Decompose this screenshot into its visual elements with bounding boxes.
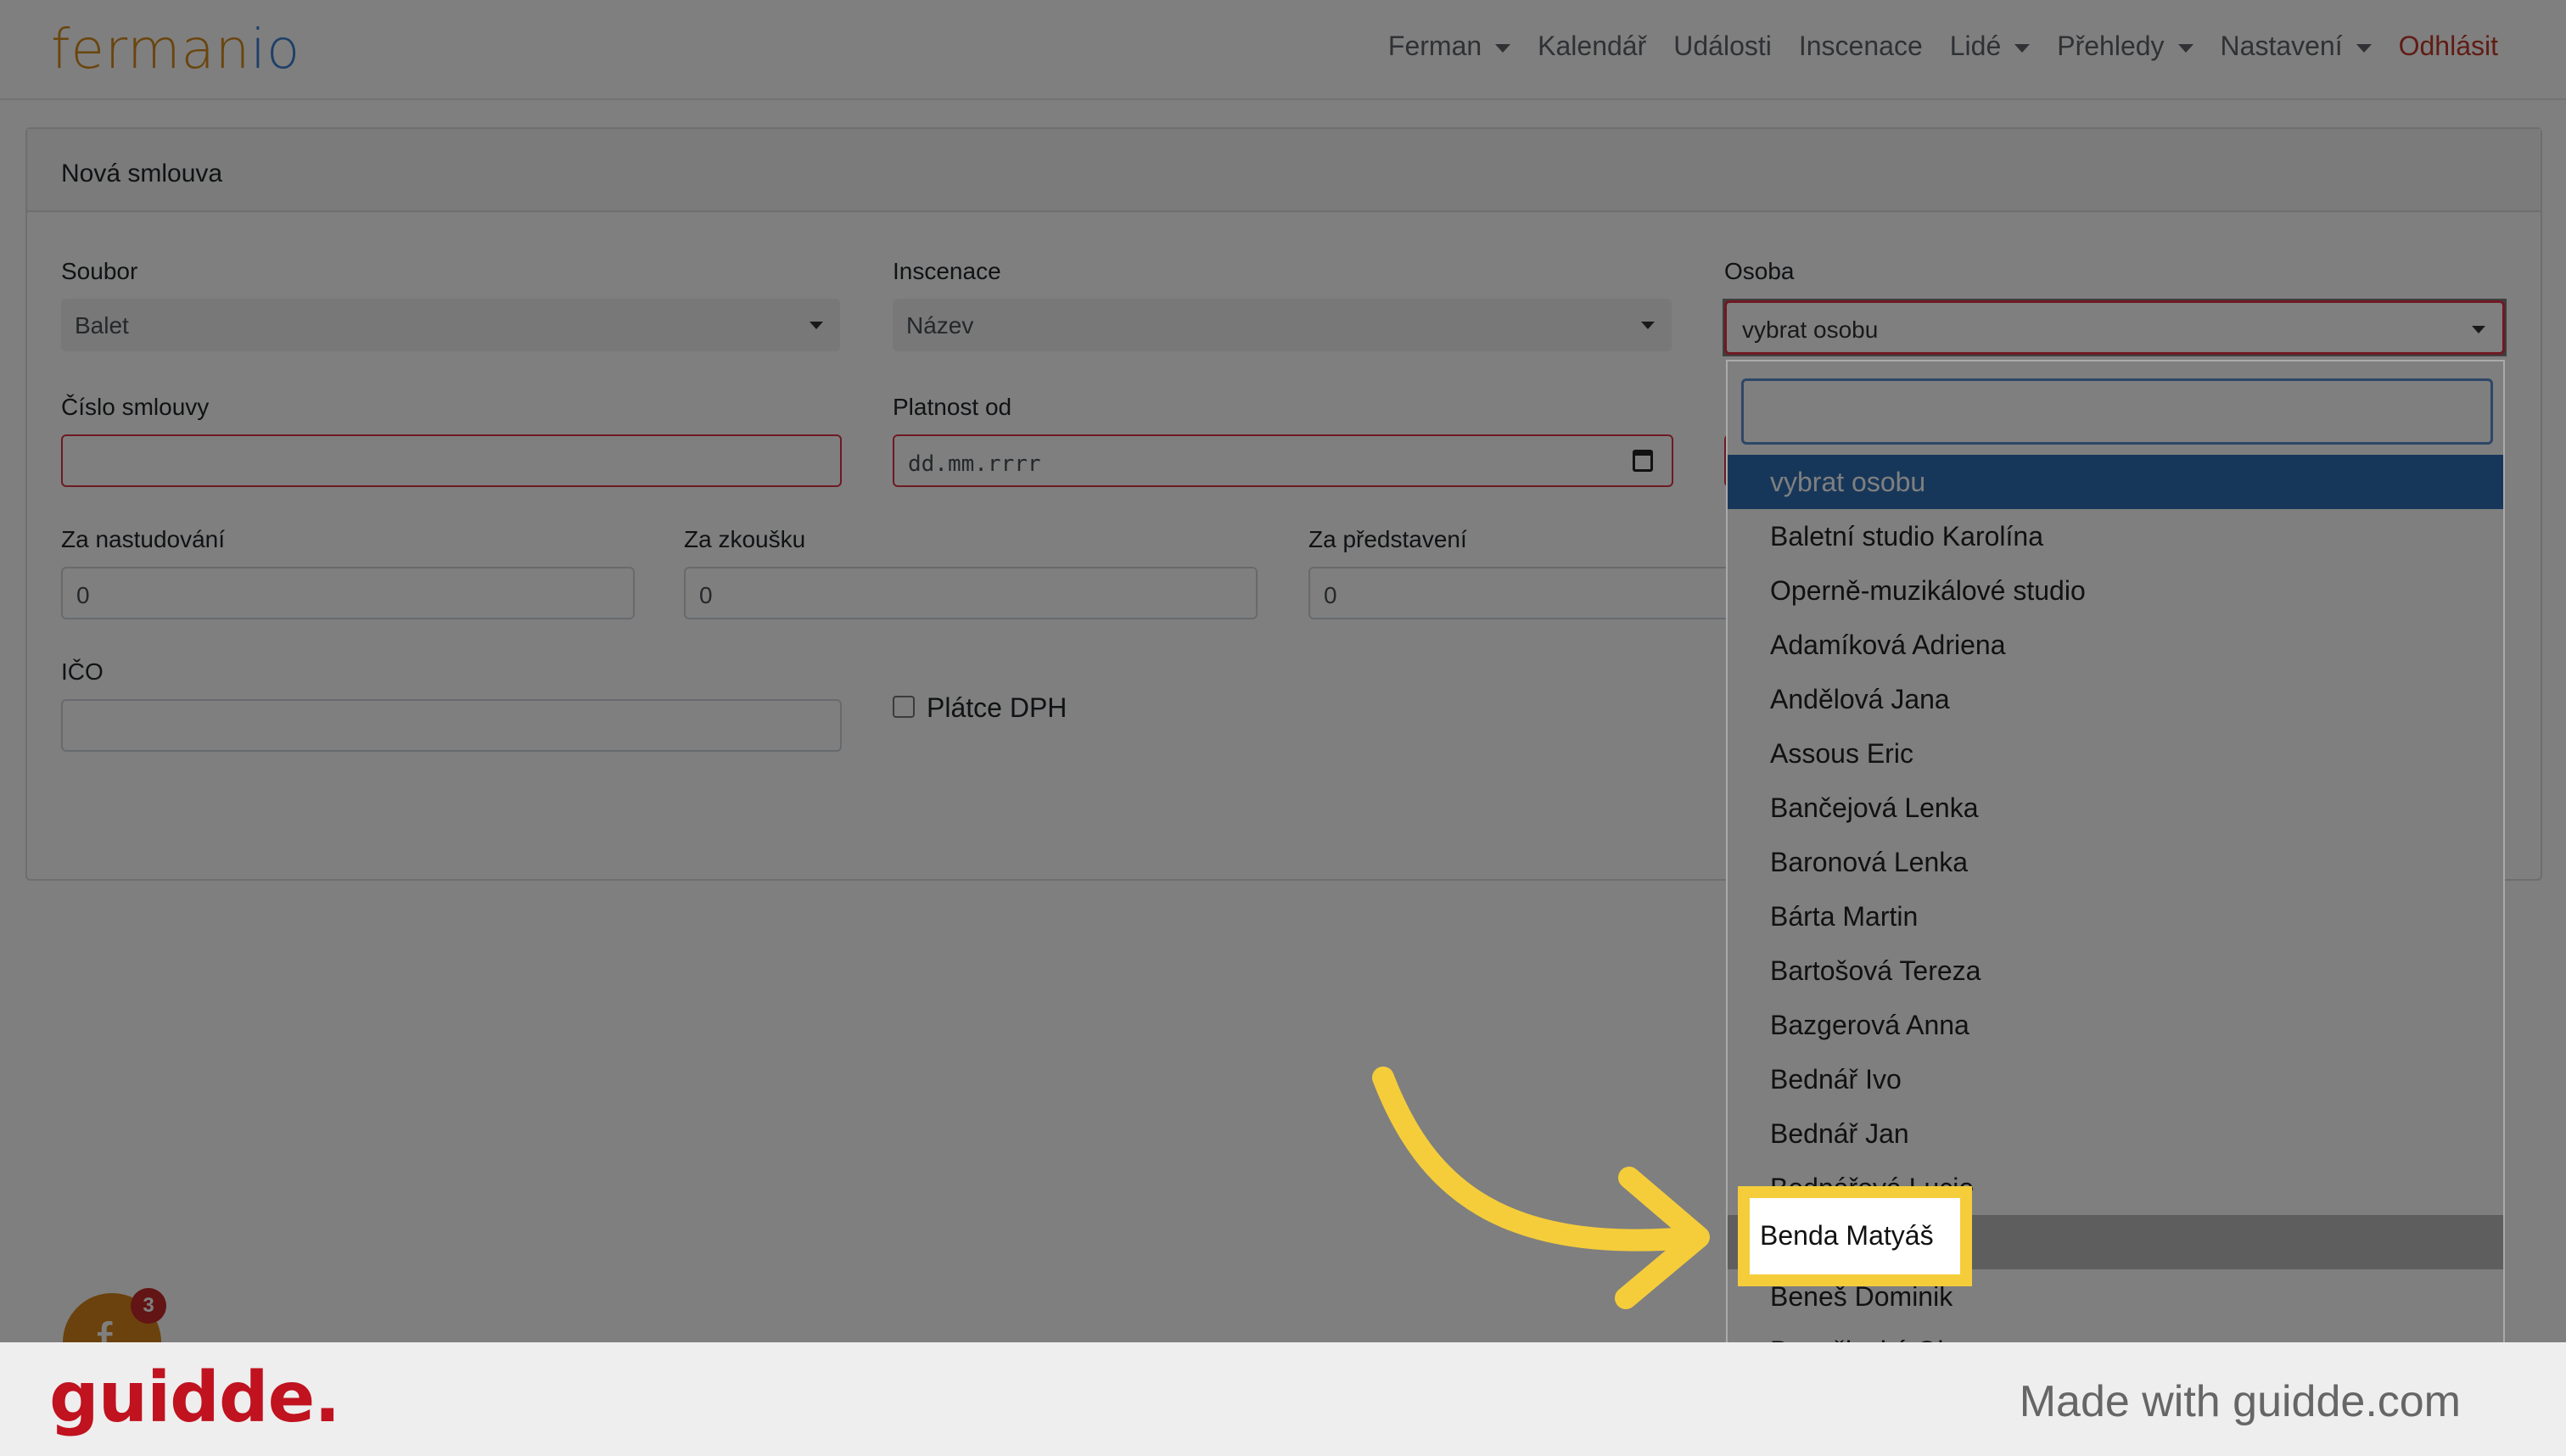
pointer-arrow-icon (1372, 1067, 1710, 1309)
made-with-text: Made with guidde.com (2019, 1377, 2461, 1426)
osoba-dim (1723, 299, 2507, 356)
dropdown-option[interactable]: Andělová Jana (1728, 672, 2503, 726)
dropdown-option[interactable]: Baronová Lenka (1728, 835, 2503, 889)
dropdown-option[interactable]: Adamíková Adriena (1728, 618, 2503, 672)
dropdown-option[interactable]: vybrat osobu (1728, 455, 2503, 509)
dropdown-option[interactable]: Bančejová Lenka (1728, 781, 2503, 835)
dropdown-option[interactable]: Assous Eric (1728, 726, 2503, 781)
highlighted-option-callout[interactable]: Benda Matyáš (1738, 1186, 1972, 1286)
dropdown-option[interactable]: Bazgerová Anna (1728, 998, 2503, 1052)
dropdown-option[interactable]: Bednář Jan (1728, 1106, 2503, 1161)
guidde-logo[interactable]: guidde. (49, 1358, 340, 1438)
dropdown-option[interactable]: Bezačinská Olga (1728, 1324, 2503, 1342)
highlighted-option-label: Benda Matyáš (1760, 1220, 1934, 1251)
dropdown-option[interactable]: Bednář Ivo (1728, 1052, 2503, 1106)
dropdown-option[interactable]: Baletní studio Karolína (1728, 509, 2503, 563)
guidde-footer: guidde. Made with guidde.com (0, 1342, 2566, 1456)
dropdown-option[interactable]: Bárta Martin (1728, 889, 2503, 944)
dropdown-option[interactable]: Bartošová Tereza (1728, 944, 2503, 998)
dropdown-option[interactable]: Operně-muzikálové studio (1728, 563, 2503, 618)
dropdown-search-input[interactable] (1741, 378, 2493, 445)
